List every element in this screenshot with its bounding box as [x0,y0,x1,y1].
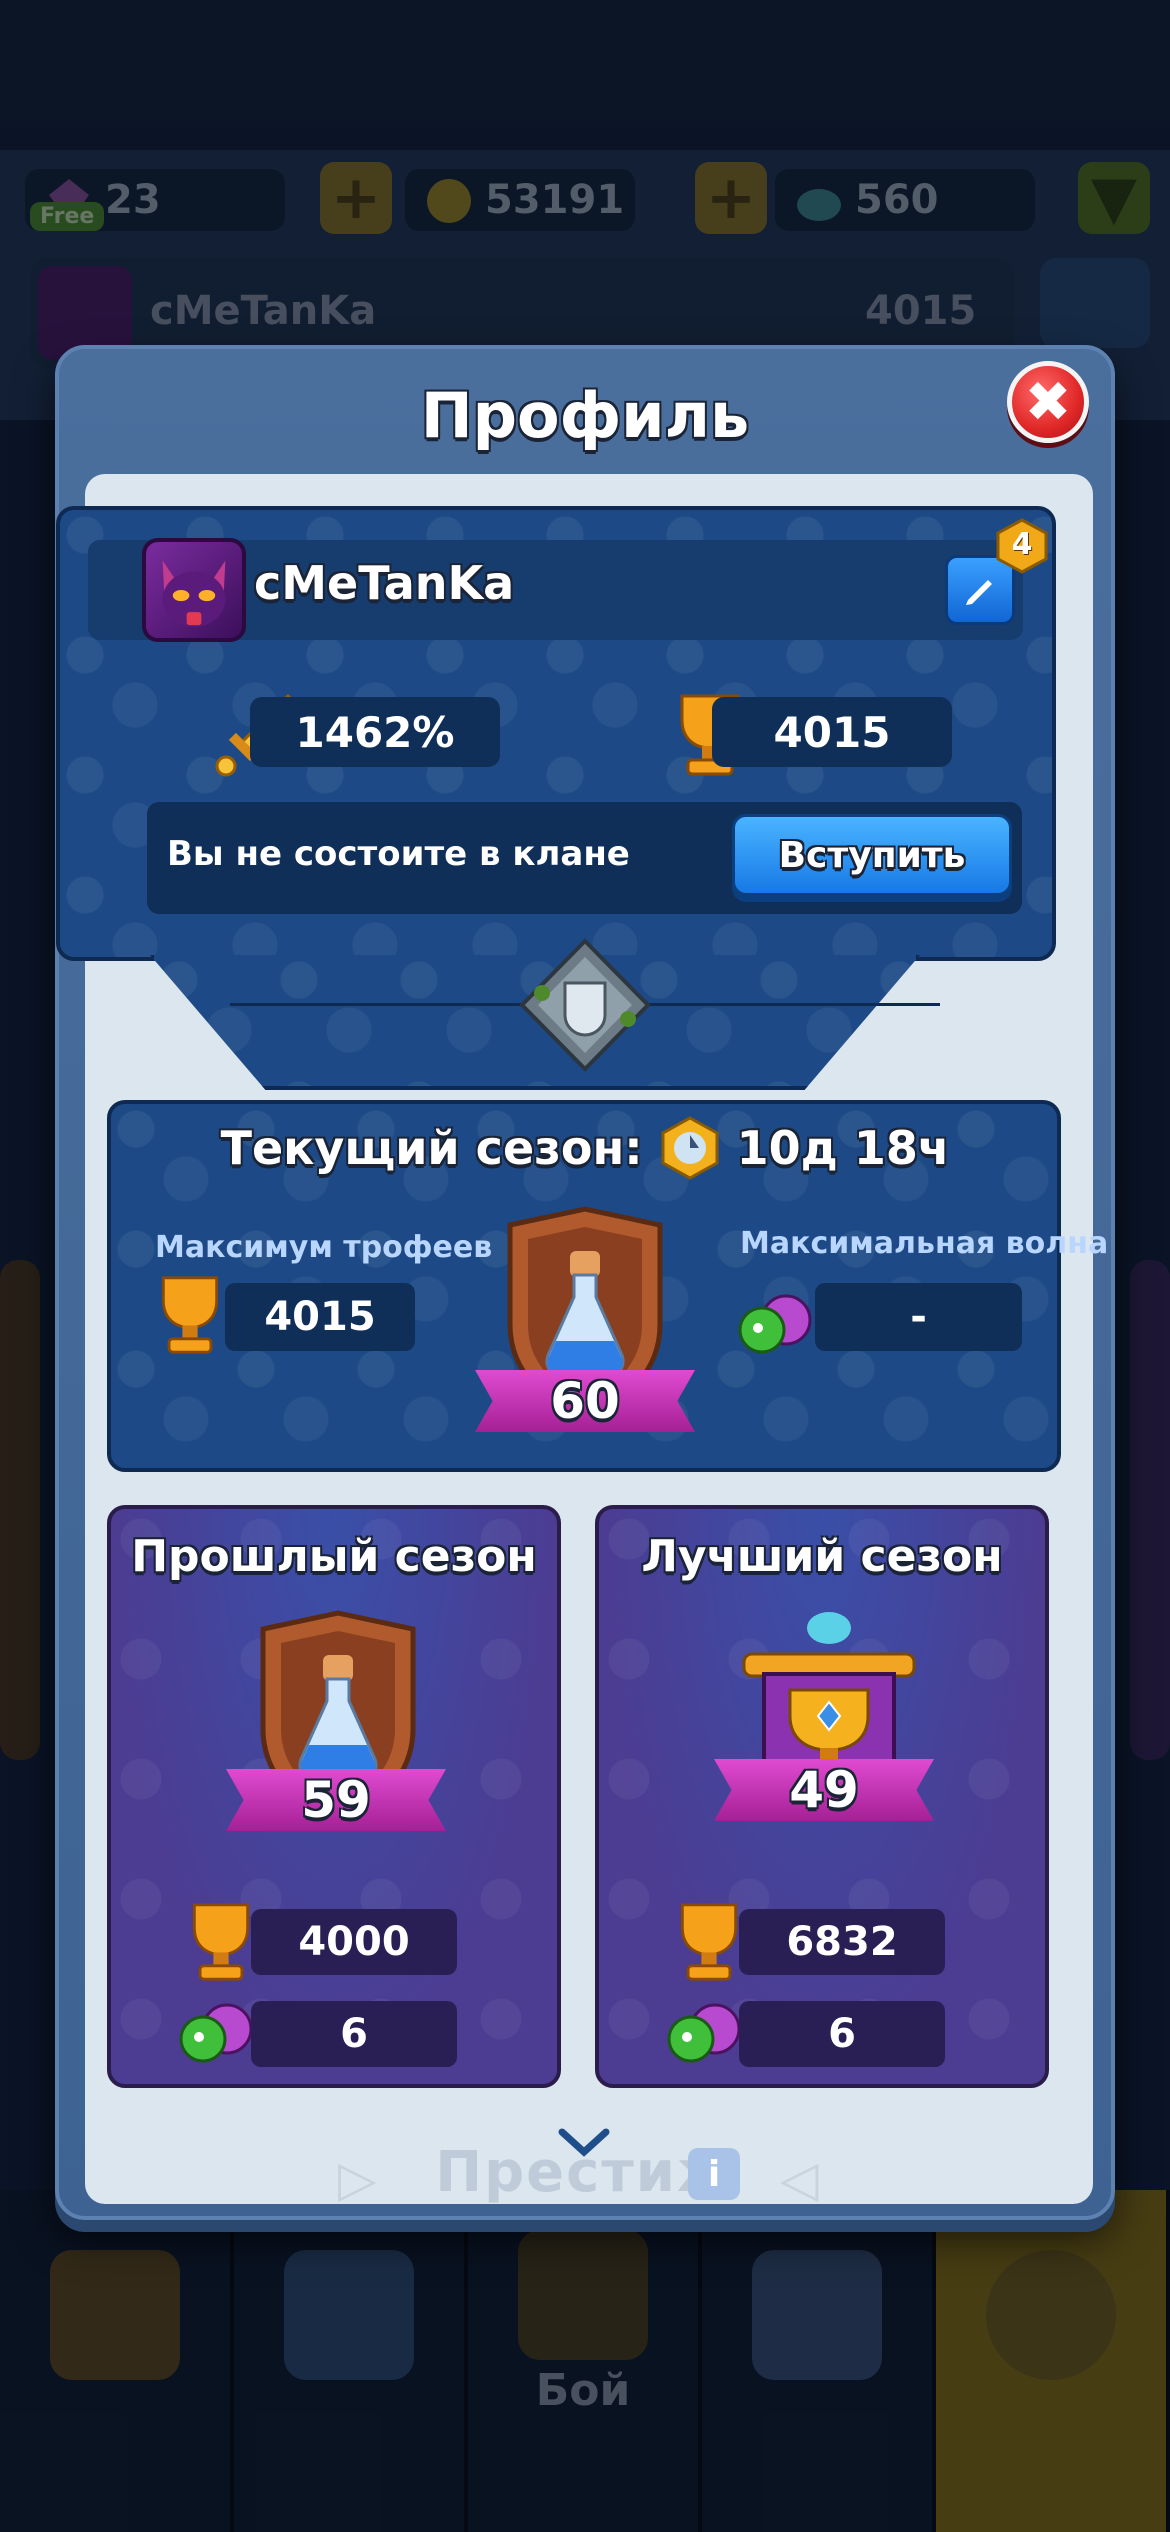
best-season-trophies-box: 6832 [739,1909,945,1975]
player-name: cMeTanKa [254,556,515,610]
best-season-rank-ribbon: 49 [714,1759,934,1821]
trophies-stat-box: 4015 [712,697,952,767]
current-season-header: Текущий сезон: 10д 18ч [0,1115,1170,1181]
current-season-title: Текущий сезон: [220,1121,643,1175]
max-trophies-box: 4015 [225,1283,415,1351]
current-season-rank-ribbon: 60 [475,1370,695,1432]
prestige-info-button[interactable]: i [688,2148,740,2200]
trophies-stat-value: 4015 [773,707,891,757]
monsters-icon [667,2003,741,2063]
monsters-icon [738,1294,812,1354]
close-button[interactable]: ✖ [1007,361,1089,443]
monsters-icon [179,2003,253,2063]
crit-stat-box: 1462% [250,697,500,767]
season-time-left: 10д 18ч [736,1121,950,1175]
clan-status-text: Вы не состоите в клане [167,834,630,874]
pencil-icon [966,580,992,605]
clan-row: Вы не состоите в клане Вступить [147,802,1022,914]
avatar[interactable] [142,538,246,642]
info-icon: i [707,2153,721,2195]
join-clan-button[interactable]: Вступить [732,814,1012,896]
past-season-rank-ribbon: 59 [226,1769,446,1831]
close-icon: ✖ [1024,369,1072,435]
demon-avatar-icon [162,560,226,627]
prestige-right-arrow-icon: ◁ [780,2150,819,2208]
trophy-icon [192,1903,250,1981]
current-season-rank: 60 [550,1372,620,1430]
max-wave-value: - [910,1294,927,1340]
best-season-card: Лучший сезон 49 6832 6 [595,1505,1049,2088]
max-trophies-value: 4015 [264,1294,376,1340]
best-season-trophies: 6832 [786,1919,898,1965]
past-season-wave: 6 [340,2011,368,2057]
max-wave-label: Максимальная волна [740,1226,1109,1261]
best-season-wave: 6 [828,2011,856,2057]
past-season-wave-box: 6 [251,2001,457,2067]
modal-title: Профиль [420,379,750,452]
past-season-card: Прошлый сезон 59 4000 6 [107,1505,561,2088]
timer-hexagon-icon [661,1116,719,1180]
join-clan-label: Вступить [778,834,966,876]
past-season-trophies: 4000 [298,1919,410,1965]
trophy-icon [161,1276,219,1354]
max-wave-box: - [815,1283,1022,1351]
best-season-wave-box: 6 [739,2001,945,2067]
max-trophies-label: Максимум трофеев [155,1230,493,1265]
level-badge: 4 [994,518,1050,574]
best-season-rank: 49 [789,1761,859,1819]
trophy-icon [680,1903,738,1981]
rank-shield-icon [519,938,651,1072]
prestige-label[interactable]: Престиж [0,2140,1170,2205]
past-season-title: Прошлый сезон [131,1531,537,1582]
crit-stat-value: 1462% [295,707,455,757]
best-season-title: Лучший сезон [641,1531,1003,1582]
level-value: 4 [1011,527,1033,562]
past-season-trophies-box: 4000 [251,1909,457,1975]
past-season-rank: 59 [301,1771,371,1829]
